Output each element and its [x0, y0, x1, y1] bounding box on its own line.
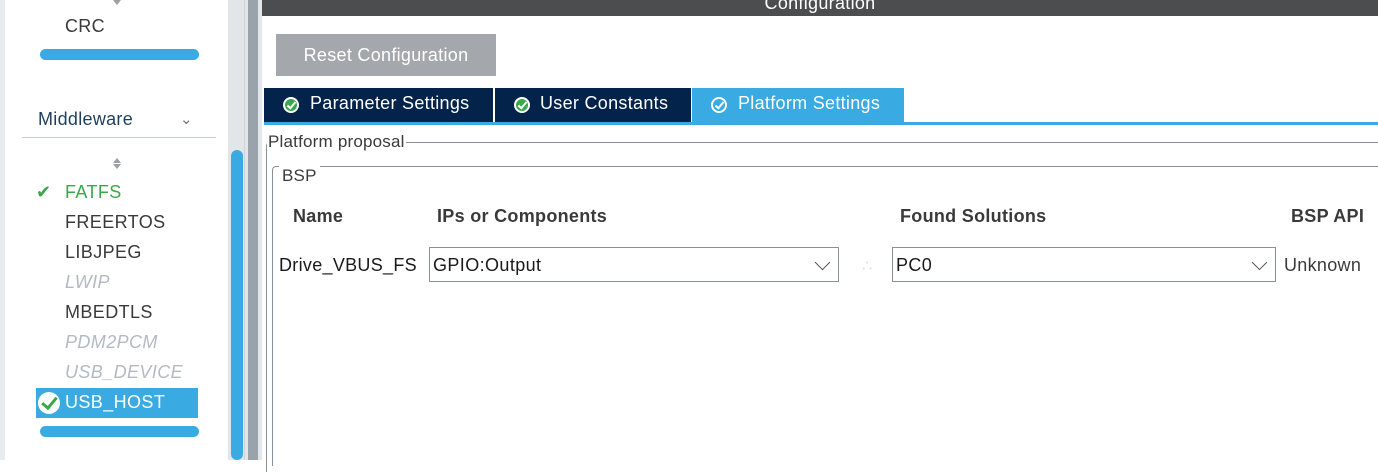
- found-solution-select[interactable]: PC0: [892, 247, 1276, 282]
- chevron-down-icon: [814, 254, 831, 271]
- tab-label: User Constants: [540, 93, 669, 113]
- chevron-down-icon: [1251, 254, 1268, 271]
- tab-label: Platform Settings: [738, 93, 881, 113]
- sidebar-edge: [0, 0, 5, 460]
- middleware-item-label: MBEDTLS: [65, 302, 153, 322]
- tabs-underline: [264, 122, 1378, 125]
- configuration-panel: Configuration Reset Configuration Parame…: [262, 0, 1378, 472]
- column-header-bsp-api: BSP API: [1291, 206, 1365, 226]
- column-header-found-solutions: Found Solutions: [900, 206, 1047, 226]
- middleware-item-usb-device[interactable]: USB_DEVICE: [36, 358, 198, 388]
- middleware-item-label: LWIP: [65, 272, 110, 292]
- platform-proposal-legend: Platform proposal: [268, 132, 405, 151]
- bsp-legend: BSP: [279, 166, 320, 186]
- middleware-item-lwip[interactable]: LWIP: [36, 268, 198, 298]
- middleware-item-label: FATFS: [65, 182, 122, 202]
- bsp-row-name: Drive_VBUS_FS: [279, 255, 417, 275]
- splitter-handle[interactable]: [248, 0, 258, 460]
- column-header-name: Name: [293, 206, 344, 226]
- reset-configuration-button[interactable]: Reset Configuration: [276, 34, 496, 76]
- sidebar: CRC Middleware ⌄ ✔ FATFS FREERTOS LIBJPE…: [0, 0, 228, 460]
- sort-arrows-icon[interactable]: [111, 0, 123, 6]
- ip-component-select[interactable]: GPIO:Output: [429, 247, 839, 282]
- tab-user-constants[interactable]: User Constants: [495, 88, 691, 122]
- middleware-item-label: PDM2PCM: [65, 332, 158, 352]
- sidebar-scrollbar-thumb[interactable]: [231, 150, 243, 460]
- check-circle-icon: [711, 97, 727, 113]
- check-icon: ✔: [36, 182, 52, 202]
- chevron-down-icon[interactable]: ⌄: [180, 110, 193, 128]
- middleware-item-usb-host[interactable]: USB_HOST: [36, 388, 198, 418]
- column-header-ips-components: IPs or Components: [437, 206, 608, 226]
- bsp-api-value: Unknown: [1284, 255, 1362, 275]
- middleware-item-label: LIBJPEG: [65, 242, 142, 262]
- middleware-item-label: USB_HOST: [65, 392, 166, 412]
- status-bar: [40, 426, 199, 437]
- tab-platform-settings[interactable]: Platform Settings: [692, 88, 904, 122]
- status-bar: [40, 49, 199, 60]
- middleware-item-label: FREERTOS: [65, 212, 166, 232]
- ip-component-value: GPIO:Output: [433, 255, 542, 275]
- middleware-item-fatfs[interactable]: ✔ FATFS: [36, 178, 198, 208]
- panel-title: Configuration: [764, 0, 876, 13]
- tab-parameter-settings[interactable]: Parameter Settings: [264, 88, 493, 122]
- check-circle-icon: [514, 97, 530, 113]
- check-circle-icon: [283, 97, 299, 113]
- middleware-section-header[interactable]: Middleware ⌄: [22, 104, 216, 138]
- middleware-item-freertos[interactable]: FREERTOS: [36, 208, 198, 238]
- check-circle-icon: [38, 392, 60, 414]
- middleware-item-pdm2pcm[interactable]: PDM2PCM: [36, 328, 198, 358]
- tab-label: Parameter Settings: [310, 93, 470, 113]
- sort-arrows-icon[interactable]: [111, 158, 123, 170]
- found-solution-value: PC0: [896, 255, 933, 275]
- link-icon: ∴: [862, 258, 873, 275]
- middleware-item-label: USB_DEVICE: [65, 362, 184, 382]
- configuration-titlebar: Configuration: [262, 0, 1378, 16]
- sidebar-item-crc[interactable]: CRC: [65, 16, 105, 37]
- middleware-title: Middleware: [38, 109, 134, 129]
- middleware-item-libjpeg[interactable]: LIBJPEG: [36, 238, 198, 268]
- middleware-item-mbedtls[interactable]: MBEDTLS: [36, 298, 198, 328]
